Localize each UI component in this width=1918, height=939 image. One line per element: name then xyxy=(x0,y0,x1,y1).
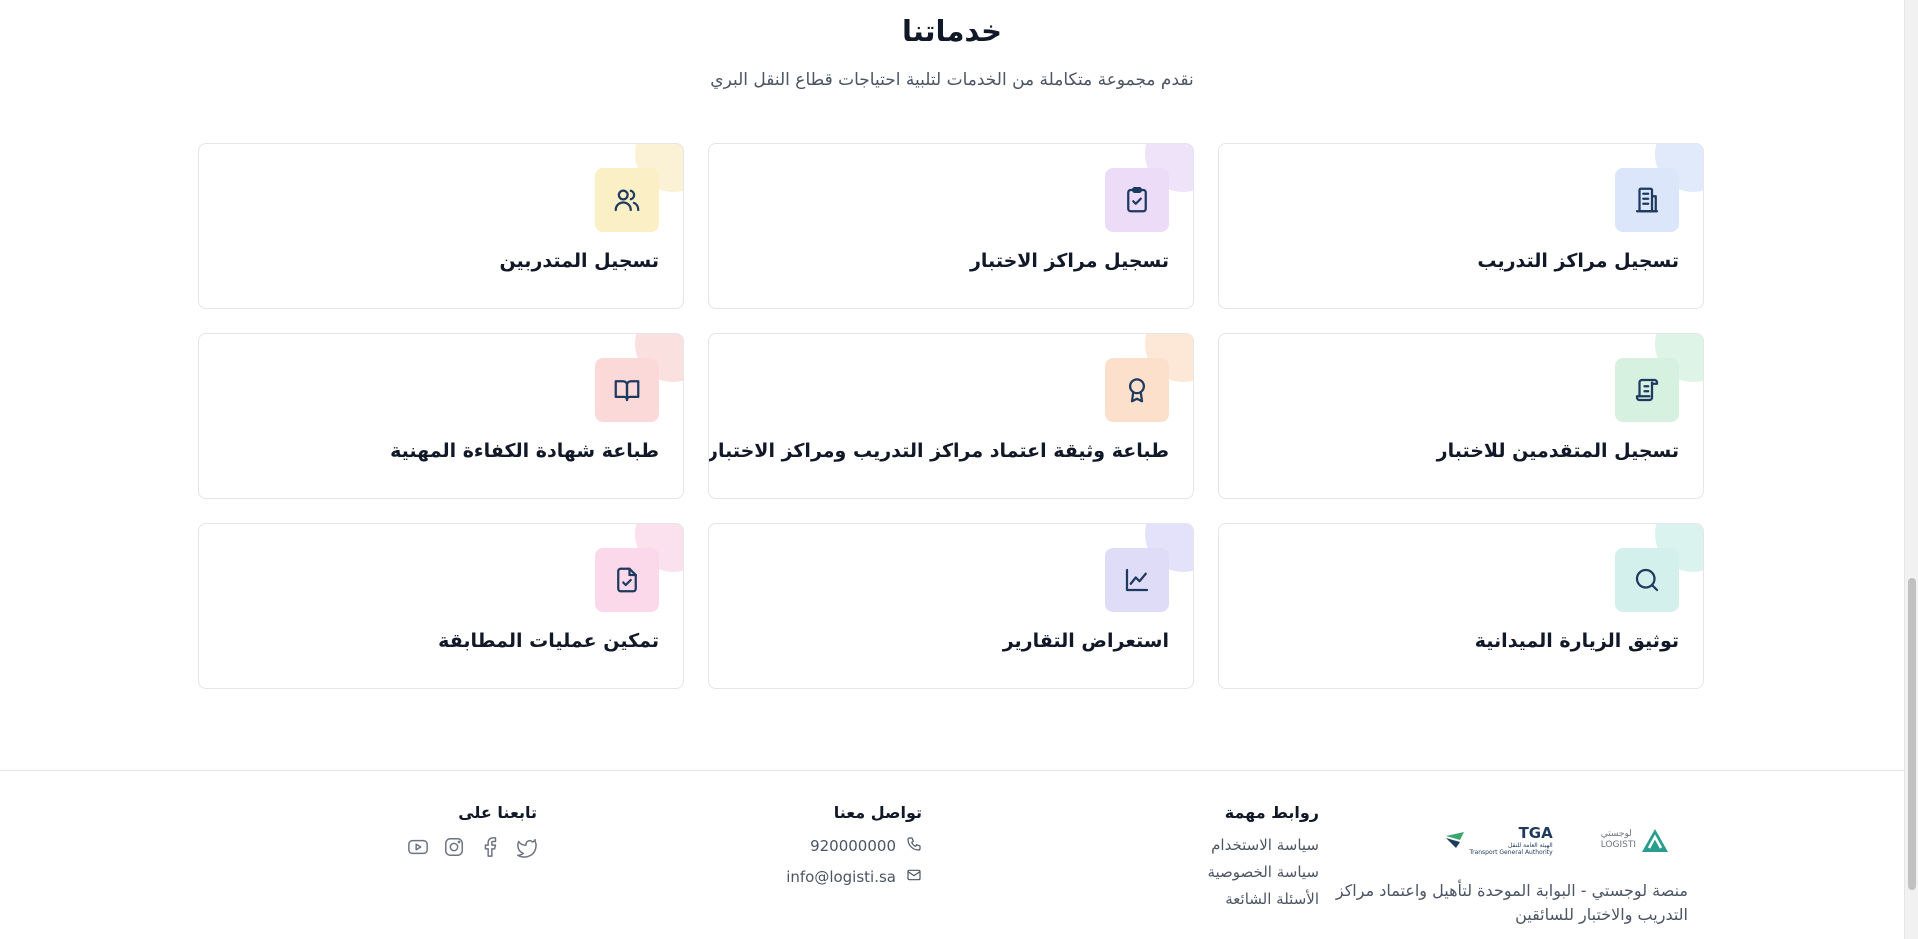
logisti-arabic: لوجستي xyxy=(1600,829,1632,840)
service-card-competency-certificate[interactable]: طباعة شهادة الكفاءة المهنية xyxy=(198,333,684,499)
link-privacy-policy[interactable]: سياسة الخصوصية xyxy=(1207,863,1319,881)
tga-logo[interactable]: TGA الهيئة العامة للنقل Transport Genera… xyxy=(1445,824,1553,856)
tga-arabic: الهيئة العامة للنقل xyxy=(1507,841,1553,849)
service-card-label: تمكين عمليات المطابقة xyxy=(438,630,659,652)
service-card-label: طباعة وثيقة اعتماد مراكز التدريب ومراكز … xyxy=(708,440,1169,462)
service-card-accreditation-document[interactable]: طباعة وثيقة اعتماد مراكز التدريب ومراكز … xyxy=(708,333,1194,499)
award-icon xyxy=(1105,358,1169,422)
chart-line-icon xyxy=(1105,548,1169,612)
footer-logos: لوجستي LOGISTI TGA الهيئة العامة للنقل T… xyxy=(1328,817,1688,863)
section-subtitle: نقدم مجموعة متكاملة من الخدمات لتلبية اح… xyxy=(710,70,1194,90)
contact-email[interactable]: info@logisti.sa xyxy=(786,867,922,887)
service-card-label: تسجيل مراكز التدريب xyxy=(1477,250,1679,272)
footer-social-column: تابعنا على xyxy=(407,803,537,858)
service-card-trainees[interactable]: تسجيل المتدربين xyxy=(198,143,684,309)
twitter-icon[interactable] xyxy=(515,836,537,858)
service-card-field-visit[interactable]: توثيق الزيارة الميدانية xyxy=(1218,523,1704,689)
page-scrollbar[interactable] xyxy=(1904,0,1918,939)
scrollbar-thumb[interactable] xyxy=(1908,578,1916,890)
logisti-latin: LOGISTI xyxy=(1600,840,1636,850)
service-card-test-applicants[interactable]: تسجيل المتقدمين للاختبار xyxy=(1218,333,1704,499)
service-card-matching-operations[interactable]: تمكين عمليات المطابقة xyxy=(198,523,684,689)
building-icon xyxy=(1615,168,1679,232)
footer-contact-column: تواصل معنا 920000000 info@logisti.sa xyxy=(786,803,922,898)
tga-english: Transport General Authority xyxy=(1469,849,1553,856)
tga-short: TGA xyxy=(1518,823,1553,842)
footer-links-column: روابط مهمة سياسة الاستخدام سياسة الخصوصي… xyxy=(1207,803,1319,917)
logisti-logo-text: لوجستي LOGISTI xyxy=(1601,829,1636,851)
email-address: info@logisti.sa xyxy=(786,868,896,886)
contact-title: تواصل معنا xyxy=(833,803,922,822)
social-icons xyxy=(407,836,537,858)
file-check-icon xyxy=(595,548,659,612)
phone-number: 920000000 xyxy=(810,837,896,855)
tga-logo-text: TGA الهيئة العامة للنقل Transport Genera… xyxy=(1469,824,1552,856)
link-terms-of-use[interactable]: سياسة الاستخدام xyxy=(1207,836,1319,854)
service-card-label: تسجيل المتدربين xyxy=(499,250,659,272)
tga-logo-mark xyxy=(1446,832,1465,848)
scroll-icon xyxy=(1615,358,1679,422)
youtube-icon[interactable] xyxy=(407,836,429,858)
brand-description: منصة لوجستي - البوابة الموحدة لتأهيل واع… xyxy=(1335,881,1688,924)
service-card-label: استعراض التقارير xyxy=(1002,630,1169,652)
book-open-icon xyxy=(595,358,659,422)
mail-icon xyxy=(906,867,922,887)
link-faq[interactable]: الأسئلة الشائعة xyxy=(1207,890,1319,908)
footer-brand: لوجستي LOGISTI TGA الهيئة العامة للنقل T… xyxy=(1328,817,1688,927)
contact-phone[interactable]: 920000000 xyxy=(786,836,922,856)
service-card-label: طباعة شهادة الكفاءة المهنية xyxy=(390,440,659,462)
service-card-label: تسجيل المتقدمين للاختبار xyxy=(1436,440,1679,462)
clipboard-check-icon xyxy=(1105,168,1169,232)
social-title: تابعنا على xyxy=(458,803,537,822)
service-card-testing-centers[interactable]: تسجيل مراكز الاختبار xyxy=(708,143,1194,309)
search-icon xyxy=(1615,548,1679,612)
service-card-label: توثيق الزيارة الميدانية xyxy=(1474,630,1679,652)
instagram-icon[interactable] xyxy=(443,836,465,858)
users-icon xyxy=(595,168,659,232)
services-grid: تسجيل مراكز التدريب تسجيل مراكز الاختبار… xyxy=(198,143,1704,689)
service-card-label: تسجيل مراكز الاختبار xyxy=(969,250,1169,272)
logisti-logo-mark xyxy=(1642,829,1668,852)
logisti-logo[interactable]: لوجستي LOGISTI xyxy=(1601,826,1670,854)
service-card-training-centers[interactable]: تسجيل مراكز التدريب xyxy=(1218,143,1704,309)
service-card-reports[interactable]: استعراض التقارير xyxy=(708,523,1194,689)
services-section: خدماتنا نقدم مجموعة متكاملة من الخدمات ل… xyxy=(0,0,1904,770)
links-title: روابط مهمة xyxy=(1224,803,1319,822)
section-title: خدماتنا xyxy=(901,14,1003,48)
facebook-icon[interactable] xyxy=(479,836,501,858)
footer: لوجستي LOGISTI TGA الهيئة العامة للنقل T… xyxy=(0,770,1904,939)
phone-icon xyxy=(906,836,922,856)
